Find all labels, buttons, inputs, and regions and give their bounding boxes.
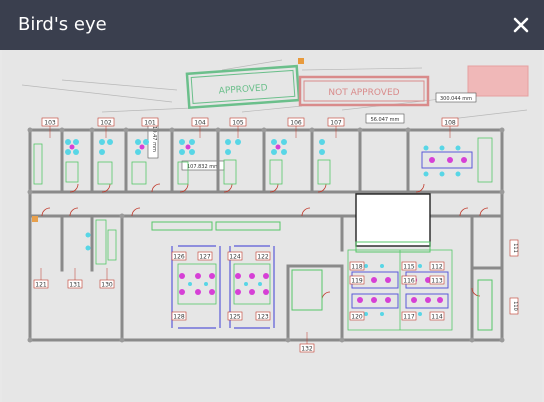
room-label: 110 [512,301,518,311]
approved-stamp: APPROVED [185,64,301,110]
sketch-lines [21,59,528,121]
room-label: 112 [431,264,443,271]
viewport-frame[interactable] [355,193,431,247]
room-label: 120 [351,314,363,321]
highlight-block [467,65,529,97]
dimension-text: 300.044 mm [440,96,472,102]
room-label: 125 [229,314,241,321]
room-label: 103 [44,120,56,127]
dim-tag-2: 56.047 mm [365,113,405,124]
not-approved-stamp: NOT APPROVED [298,75,430,107]
room-label: 128 [173,314,185,321]
room-label: 108 [444,120,456,127]
close-icon[interactable] [506,10,536,40]
room-label: 132 [301,346,313,353]
not-approved-label: NOT APPROVED [328,88,399,98]
dialog-title: Bird's eye [18,14,107,35]
room-label: 126 [173,254,185,261]
room-label: 101 [144,120,156,127]
dimension-text: 56.047 mm [371,117,400,123]
room-label: 104 [194,120,206,127]
room-label: 113 [431,278,443,285]
floor-plan-viewport[interactable]: APPROVED NOT APPROVED 300.044 mm 56.047 … [2,50,542,402]
room-label: 102 [100,120,112,127]
room-label: 111 [512,243,518,253]
dialog-header: Bird's eye [0,0,544,50]
room-label: 116 [403,278,415,285]
room-label: 124 [229,254,241,261]
room-label: 121 [35,282,47,289]
room-label: 106 [290,120,302,127]
left-rooms-furniture [85,219,117,265]
room-label: 118 [351,264,363,271]
floor-plan: APPROVED NOT APPROVED 300.044 mm 56.047 … [21,58,529,353]
birds-eye-dialog: Bird's eye APPROVED NOT APPROVED 300.044… [0,0,544,402]
room-label: 130 [101,282,113,289]
room-label: 119 [351,278,363,285]
room-label: 114 [431,314,443,321]
room-label: 123 [257,314,269,321]
room-label: 117 [403,314,415,321]
room-label: 105 [232,120,244,127]
dimension-text: 107.832 mm [187,164,219,170]
room-label: 127 [199,254,211,261]
room-label: 122 [257,254,269,261]
marker-square [298,58,304,64]
marker-square [32,216,38,222]
approved-label: APPROVED [218,83,268,96]
room-label: 131 [69,282,81,289]
dim-tag-1: 300.044 mm [435,92,477,103]
room-label: 107 [330,120,342,127]
room-label: 115 [403,264,415,271]
